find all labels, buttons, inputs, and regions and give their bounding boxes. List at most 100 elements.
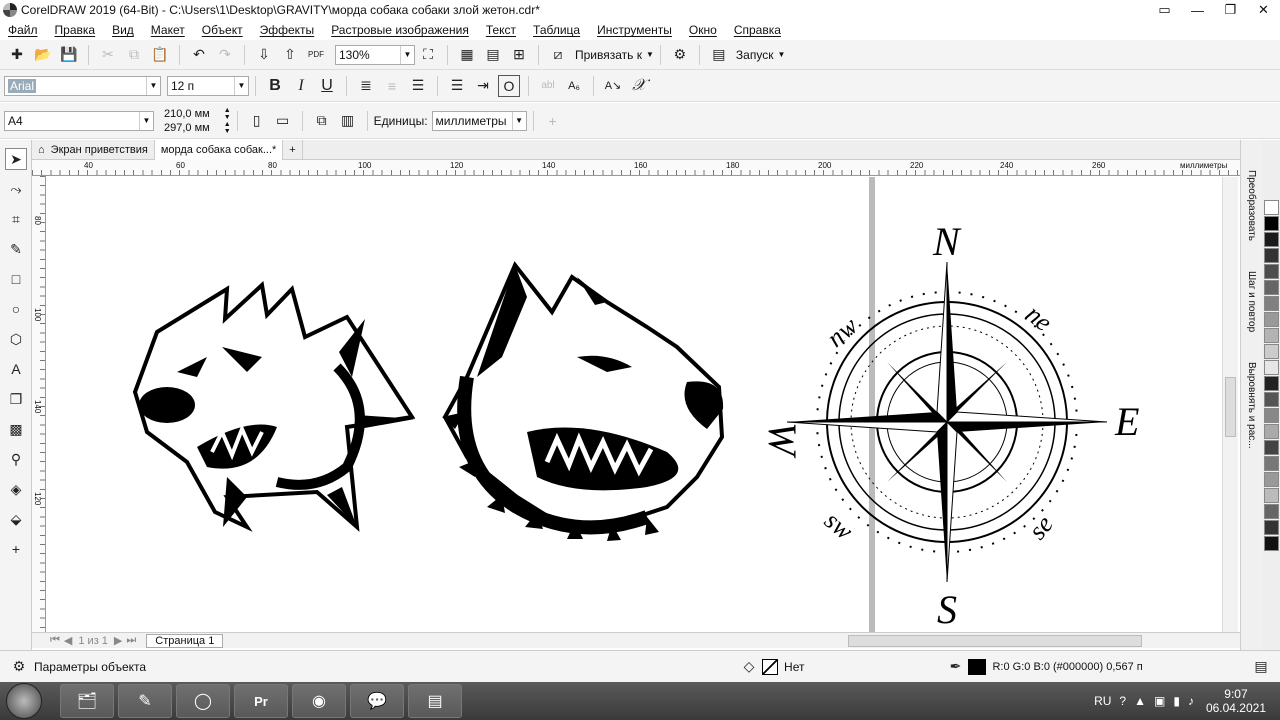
portrait-icon[interactable]: ▯	[246, 110, 268, 132]
taskbar-chrome[interactable]: ◯	[176, 684, 230, 718]
menu-window[interactable]: Окно	[689, 23, 717, 37]
polygon-tool-icon[interactable]: ⬡	[5, 328, 27, 350]
shadow-tool-icon[interactable]: ❐	[5, 388, 27, 410]
menu-file[interactable]: Файл	[8, 23, 38, 37]
add-tool-icon[interactable]: +	[5, 538, 27, 560]
minimize-icon-button[interactable]: —	[1181, 0, 1214, 20]
palette-swatch[interactable]	[1263, 264, 1279, 279]
tab-document[interactable]: морда собака собак...*	[154, 139, 284, 160]
palette-swatch[interactable]	[1263, 312, 1279, 327]
taskbar-eye-app[interactable]: ◉	[292, 684, 346, 718]
palette-swatch[interactable]	[1263, 344, 1279, 359]
close-button[interactable]: ✕	[1247, 0, 1280, 20]
menu-layout[interactable]: Макет	[151, 23, 185, 37]
drawing-canvas[interactable]: N S E W nw ne sw se	[47, 177, 1227, 632]
open-folder-icon[interactable]: 📂	[32, 44, 54, 66]
snap-to-dropdown[interactable]: Привязать к	[575, 48, 642, 62]
save-icon[interactable]: 💾	[58, 44, 80, 66]
ellipse-tool-icon[interactable]: ○	[5, 298, 27, 320]
object-params-label[interactable]: Параметры объекта	[34, 660, 146, 674]
menu-effects[interactable]: Эффекты	[260, 23, 315, 37]
palette-swatch[interactable]	[1263, 248, 1279, 263]
palette-swatch[interactable]	[1263, 408, 1279, 423]
taskbar-archive[interactable]: ▤	[408, 684, 462, 718]
zoom-level-combo[interactable]: 130% ▼	[335, 44, 415, 65]
taskbar-premiere[interactable]: Pr	[234, 684, 288, 718]
restore-button[interactable]: ❐	[1214, 0, 1247, 20]
launch-icon[interactable]: ▤	[708, 44, 730, 66]
pdf-icon[interactable]: PDF	[305, 44, 327, 66]
palette-swatch[interactable]	[1263, 200, 1279, 215]
menu-tools[interactable]: Инструменты	[597, 23, 672, 37]
page-width-field[interactable]: 210,0 мм	[164, 107, 210, 121]
page-height-field[interactable]: 297,0 мм	[164, 121, 210, 135]
prev-page-icon[interactable]: ◀	[64, 634, 72, 647]
text-case-icon[interactable]: A₆	[563, 75, 585, 97]
pick-tool-icon[interactable]: ➤	[5, 148, 27, 170]
palette-swatch[interactable]	[1263, 360, 1279, 375]
palette-swatch[interactable]	[1263, 280, 1279, 295]
guides-icon[interactable]: ⊞	[508, 44, 530, 66]
paste-icon[interactable]: 📋	[149, 44, 171, 66]
horizontal-scroll-thumb[interactable]	[848, 635, 1142, 647]
align-icon[interactable]: ≣	[355, 75, 377, 97]
status-options-icon[interactable]: ▤	[1250, 656, 1272, 678]
underline-icon[interactable]: U	[316, 75, 338, 97]
justify-icon[interactable]: ☰	[407, 75, 429, 97]
ellipse-text-icon[interactable]: O	[498, 74, 520, 97]
start-button[interactable]	[6, 683, 42, 719]
palette-swatch[interactable]	[1263, 232, 1279, 247]
vertical-scrollbar[interactable]	[1222, 177, 1238, 632]
clock[interactable]: 9:07 06.04.2021	[1206, 687, 1266, 715]
menu-edit[interactable]: Правка	[55, 23, 96, 37]
page-size-combo[interactable]: A4 ▼	[4, 110, 154, 131]
add-icon[interactable]: +	[542, 110, 564, 132]
smart-fill-tool-icon[interactable]: ⬙	[5, 508, 27, 530]
rectangle-tool-icon[interactable]: □	[5, 268, 27, 290]
freehand-tool-icon[interactable]: ✎	[5, 238, 27, 260]
palette-swatch[interactable]	[1263, 296, 1279, 311]
crop-tool-icon[interactable]: ⌗	[5, 208, 27, 230]
minimize-button[interactable]: ▭	[1148, 0, 1181, 20]
menu-view[interactable]: Вид	[112, 23, 134, 37]
fill-tool-icon[interactable]: ◈	[5, 478, 27, 500]
snap-icon[interactable]: ⧄	[547, 44, 569, 66]
abc-icon[interactable]: abl	[537, 75, 559, 97]
bold-icon[interactable]: B	[264, 75, 286, 97]
current-page-icon[interactable]: ▥	[337, 110, 359, 132]
text-direction-icon[interactable]: A↘	[602, 75, 624, 97]
language-indicator[interactable]: RU	[1094, 694, 1111, 708]
text-tool-icon[interactable]: A	[5, 358, 27, 380]
redo-icon[interactable]: ↷	[214, 44, 236, 66]
taskbar-explorer[interactable]: 🗂	[60, 684, 114, 718]
palette-swatch[interactable]	[1263, 456, 1279, 471]
palette-swatch[interactable]	[1263, 536, 1279, 551]
network-icon[interactable]: ▮	[1173, 694, 1180, 708]
docker-transform[interactable]: Преобразовать	[1246, 170, 1257, 241]
palette-swatch[interactable]	[1263, 216, 1279, 231]
menu-text[interactable]: Текст	[486, 23, 516, 37]
volume-icon[interactable]: ♪	[1188, 694, 1194, 708]
import-icon[interactable]: ⇩	[253, 44, 275, 66]
italic-icon[interactable]: I	[290, 75, 312, 97]
palette-swatch[interactable]	[1263, 376, 1279, 391]
object-properties-gear-icon[interactable]: ⚙	[8, 656, 30, 678]
palette-swatch[interactable]	[1263, 504, 1279, 519]
new-tab-button[interactable]: +	[283, 139, 303, 160]
page-tab[interactable]: Страница 1	[146, 633, 224, 648]
units-combo[interactable]: миллиметры ▼	[431, 110, 527, 131]
grid-icon[interactable]: ▤	[482, 44, 504, 66]
taskbar-chat[interactable]: 💬	[350, 684, 404, 718]
taskbar-coreldraw[interactable]: ✎	[118, 684, 172, 718]
indent-icon[interactable]: ⇥	[472, 75, 494, 97]
menu-table[interactable]: Таблица	[533, 23, 580, 37]
cut-icon[interactable]: ✂	[97, 44, 119, 66]
menu-object[interactable]: Объект	[202, 23, 243, 37]
new-document-icon[interactable]: ✚	[6, 44, 28, 66]
palette-swatch[interactable]	[1263, 392, 1279, 407]
all-pages-icon[interactable]: ⧉	[311, 110, 333, 132]
next-page-icon[interactable]: ▶	[114, 634, 122, 647]
menu-help[interactable]: Справка	[734, 23, 781, 37]
palette-swatch[interactable]	[1263, 424, 1279, 439]
palette-swatch[interactable]	[1263, 328, 1279, 343]
